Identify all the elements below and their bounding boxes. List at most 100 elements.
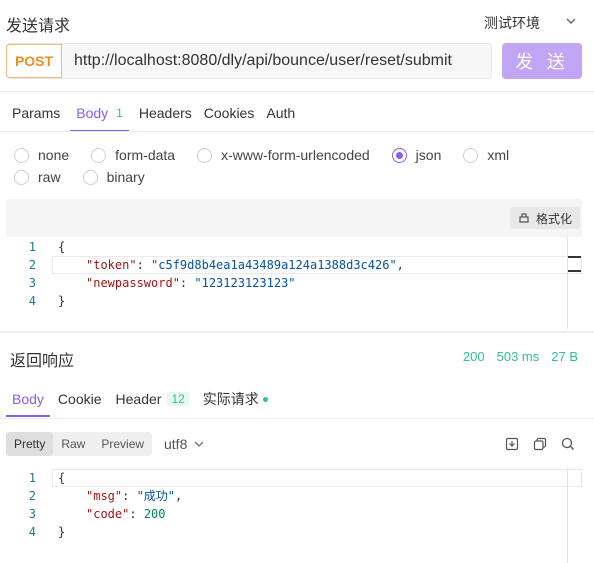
body-type-group: none form-data x-www-form-urlencoded jso… — [14, 146, 584, 186]
radio-icon — [14, 147, 29, 163]
json-punct: , — [175, 489, 183, 503]
url-bar: POST http://localhost:8080/dly/api/bounc… — [6, 43, 492, 79]
json-key: "code" — [86, 507, 130, 521]
tab-label: Header — [115, 391, 162, 407]
radio-label: xml — [487, 147, 510, 163]
request-body-editor[interactable]: 1 2 3 4 { "token": "c5f9d8b4ea1a43489a12… — [6, 237, 582, 329]
radio-label: none — [38, 147, 70, 163]
radio-label: json — [415, 147, 442, 163]
response-time: 503 ms — [496, 349, 540, 364]
editor-scroll-track — [567, 237, 568, 329]
radio-none[interactable]: none — [14, 146, 69, 164]
code-line: "code": 200 — [86, 507, 166, 521]
editor-toolbar — [6, 199, 582, 237]
request-tabs: Params Body 1 Headers Cookies Auth — [0, 94, 301, 132]
json-value: 200 — [143, 507, 166, 521]
radio-icon — [82, 169, 98, 185]
json-value: "123123123123" — [194, 276, 296, 290]
code-line: "newpassword": "123123123123" — [86, 276, 296, 290]
tab-params[interactable]: Params — [6, 94, 66, 132]
view-preview[interactable]: Preview — [93, 432, 152, 456]
line-number: 4 — [28, 294, 36, 308]
tab-body[interactable]: Body 1 — [70, 94, 129, 132]
tab-label: Body — [76, 105, 109, 121]
tab-label: Headers — [138, 105, 192, 121]
radio-icon — [391, 147, 407, 163]
line-number: 3 — [28, 276, 36, 290]
overview-marker — [568, 256, 581, 258]
line-number: 3 — [28, 507, 36, 521]
tab-headers[interactable]: Headers — [133, 94, 198, 132]
radio-form-data[interactable]: form-data — [91, 146, 175, 164]
code-line: { — [58, 240, 66, 254]
radio-icon — [91, 147, 107, 163]
tab-label: Params — [12, 105, 61, 121]
page-title: 发送请求 — [6, 16, 71, 35]
current-line-highlight — [52, 469, 582, 487]
encoding-select[interactable]: utf8 — [164, 436, 205, 452]
url-input[interactable]: http://localhost:8080/dly/api/bounce/use… — [62, 52, 452, 70]
code-line: "msg": "成功", — [86, 489, 183, 503]
radio-raw[interactable]: raw — [14, 168, 61, 186]
tab-cookies[interactable]: Cookies — [198, 94, 261, 132]
format-button[interactable]: 格式化 — [509, 207, 580, 229]
environment-select[interactable]: 测试环境 — [484, 13, 540, 33]
tab-label: Cookie — [57, 391, 102, 407]
brush-icon — [519, 213, 529, 223]
response-tabs: Body Cookie Header 12 实际请求 — [6, 381, 274, 417]
radio-binary[interactable]: binary — [82, 168, 145, 186]
radio-icon — [197, 147, 213, 163]
status-code: 200 — [462, 349, 485, 364]
tab-auth[interactable]: Auth — [260, 94, 301, 132]
tab-badge: 12 — [167, 392, 189, 406]
response-size: 27 B — [551, 349, 578, 364]
download-icon[interactable] — [504, 436, 520, 452]
radio-label: raw — [38, 169, 61, 185]
resize-handle[interactable] — [0, 331, 594, 333]
radio-icon — [463, 147, 479, 163]
radio-label: form-data — [115, 147, 176, 163]
send-button[interactable]: 发 送 — [502, 43, 582, 79]
radio-x-www-form-urlencoded[interactable]: x-www-form-urlencoded — [197, 146, 370, 164]
tab-label: Cookies — [203, 105, 255, 121]
tab-response-cookie[interactable]: Cookie — [52, 381, 108, 417]
tab-actual-request[interactable]: 实际请求 — [197, 381, 274, 417]
json-key: "msg" — [86, 489, 123, 503]
code-line: } — [58, 525, 66, 539]
divider — [0, 131, 594, 132]
json-key: "newpassword" — [86, 276, 180, 290]
line-number: 2 — [28, 258, 36, 272]
editor-scroll-track — [567, 468, 568, 563]
overview-marker — [568, 270, 581, 272]
radio-label: x-www-form-urlencoded — [221, 147, 370, 163]
tab-label: Auth — [266, 105, 296, 121]
view-pretty[interactable]: Pretty — [6, 432, 54, 456]
json-value: "成功" — [136, 489, 176, 503]
chevron-down-icon[interactable] — [564, 14, 578, 28]
line-number: 2 — [28, 489, 36, 503]
status-dot-icon — [262, 396, 268, 402]
line-number: 4 — [28, 525, 36, 539]
encoding-value: utf8 — [164, 436, 188, 452]
response-title: 返回响应 — [10, 351, 75, 370]
copy-icon[interactable] — [532, 436, 548, 452]
line-number: 1 — [28, 471, 36, 485]
radio-json[interactable]: json — [391, 146, 442, 164]
tab-response-header[interactable]: Header 12 — [110, 381, 195, 417]
code-line: } — [58, 294, 66, 308]
view-raw[interactable]: Raw — [53, 432, 93, 456]
response-actions — [504, 436, 576, 452]
chevron-down-icon — [194, 441, 204, 447]
current-line-highlight — [52, 256, 582, 274]
tab-response-body[interactable]: Body — [6, 381, 50, 417]
divider — [0, 418, 594, 419]
method-select[interactable]: POST — [6, 44, 62, 78]
view-mode-switch: Pretty Raw Preview — [6, 432, 153, 456]
radio-label: binary — [106, 169, 145, 185]
line-number: 1 — [28, 240, 36, 254]
format-label: 格式化 — [535, 211, 572, 226]
tab-label: 实际请求 — [202, 391, 259, 407]
radio-xml[interactable]: xml — [463, 146, 509, 164]
search-icon[interactable] — [560, 436, 576, 452]
tab-badge: 1 — [116, 106, 123, 120]
